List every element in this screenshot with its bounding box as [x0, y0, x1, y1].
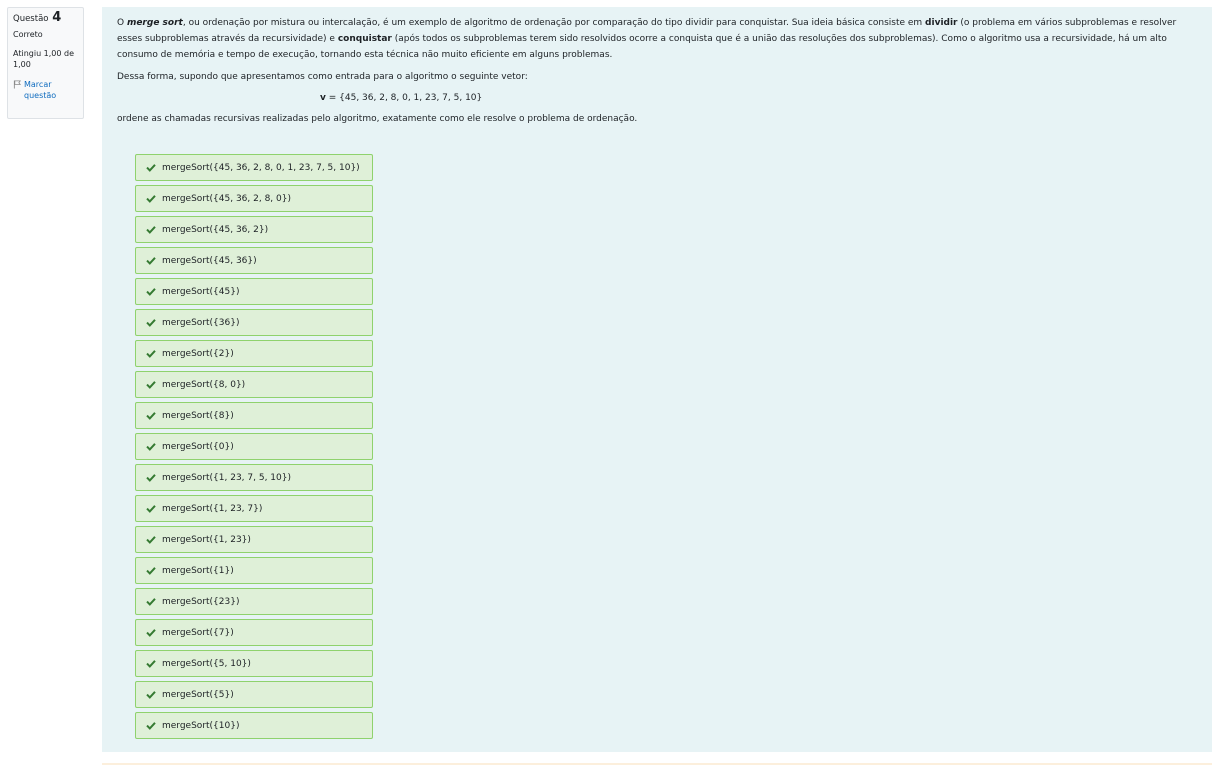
- answer-item[interactable]: mergeSort({1, 23}): [135, 526, 373, 553]
- check-icon: [146, 629, 156, 637]
- answer-item[interactable]: mergeSort({7}): [135, 619, 373, 646]
- vector-value: = {45, 36, 2, 8, 0, 1, 23, 7, 5, 10}: [325, 93, 483, 103]
- check-icon: [146, 381, 156, 389]
- answer-label: mergeSort({45, 36}): [162, 255, 257, 266]
- next-question-border: [102, 763, 1212, 765]
- answer-label: mergeSort({1, 23, 7, 5, 10}): [162, 472, 291, 483]
- answer-label: mergeSort({5, 10}): [162, 658, 251, 669]
- answer-item[interactable]: mergeSort({45, 36, 2, 8, 0}): [135, 185, 373, 212]
- answer-item[interactable]: mergeSort({8, 0}): [135, 371, 373, 398]
- question-label: Questão: [13, 14, 49, 24]
- answer-label: mergeSort({36}): [162, 317, 240, 328]
- term-dividir: dividir: [925, 18, 958, 28]
- term-conquistar: conquistar: [337, 34, 392, 44]
- answer-label: mergeSort({8}): [162, 410, 234, 421]
- answer-item[interactable]: mergeSort({23}): [135, 588, 373, 615]
- answer-label: mergeSort({45, 36, 2, 8, 0, 1, 23, 7, 5,…: [162, 162, 360, 173]
- check-icon: [146, 288, 156, 296]
- question-text: O merge sort, ou ordenação por mistura o…: [117, 15, 1197, 127]
- check-icon: [146, 474, 156, 482]
- question-paragraph-2: Dessa forma, supondo que apresentamos co…: [117, 72, 528, 82]
- answer-item[interactable]: mergeSort({45, 36}): [135, 247, 373, 274]
- flag-icon: [13, 80, 22, 89]
- answer-list: mergeSort({45, 36, 2, 8, 0, 1, 23, 7, 5,…: [135, 154, 373, 743]
- flag-question-label: Marcar questão: [24, 80, 57, 100]
- check-icon: [146, 195, 156, 203]
- input-vector: v = {45, 36, 2, 8, 0, 1, 23, 7, 5, 10}: [117, 90, 1197, 106]
- answer-label: mergeSort({1}): [162, 565, 234, 576]
- answer-item[interactable]: mergeSort({1, 23, 7}): [135, 495, 373, 522]
- answer-label: mergeSort({10}): [162, 720, 240, 731]
- question-paragraph-1: O merge sort, ou ordenação por mistura o…: [117, 15, 1197, 63]
- answer-label: mergeSort({45, 36, 2}): [162, 224, 269, 235]
- check-icon: [146, 536, 156, 544]
- answer-label: mergeSort({23}): [162, 596, 240, 607]
- question-number-value: 4: [52, 10, 62, 25]
- answer-item[interactable]: mergeSort({1, 23, 7, 5, 10}): [135, 464, 373, 491]
- question-state: Correto: [13, 30, 43, 39]
- answer-item[interactable]: mergeSort({45, 36, 2}): [135, 216, 373, 243]
- check-icon: [146, 412, 156, 420]
- answer-item[interactable]: mergeSort({45, 36, 2, 8, 0, 1, 23, 7, 5,…: [135, 154, 373, 181]
- check-icon: [146, 319, 156, 327]
- answer-label: mergeSort({45}): [162, 286, 240, 297]
- check-icon: [146, 691, 156, 699]
- answer-label: mergeSort({1, 23, 7}): [162, 503, 263, 514]
- answer-label: mergeSort({45, 36, 2, 8, 0}): [162, 193, 291, 204]
- check-icon: [146, 350, 156, 358]
- check-icon: [146, 164, 156, 172]
- answer-item[interactable]: mergeSort({1}): [135, 557, 373, 584]
- answer-item[interactable]: mergeSort({45}): [135, 278, 373, 305]
- answer-label: mergeSort({7}): [162, 627, 234, 638]
- check-icon: [146, 598, 156, 606]
- question-grade: Atingiu 1,00 de 1,00: [13, 49, 75, 69]
- flag-question-link[interactable]: Marcar questão: [13, 79, 78, 101]
- answer-item[interactable]: mergeSort({0}): [135, 433, 373, 460]
- question-content: O merge sort, ou ordenação por mistura o…: [102, 7, 1212, 752]
- check-icon: [146, 257, 156, 265]
- check-icon: [146, 226, 156, 234]
- check-icon: [146, 505, 156, 513]
- answer-item[interactable]: mergeSort({8}): [135, 402, 373, 429]
- answer-label: mergeSort({0}): [162, 441, 234, 452]
- text-run: , ou ordenação por mistura ou intercalaç…: [182, 18, 926, 28]
- answer-label: mergeSort({2}): [162, 348, 234, 359]
- question-paragraph-3: ordene as chamadas recursivas realizadas…: [117, 114, 638, 124]
- answer-item[interactable]: mergeSort({2}): [135, 340, 373, 367]
- answer-item[interactable]: mergeSort({10}): [135, 712, 373, 739]
- answer-label: mergeSort({5}): [162, 689, 234, 700]
- question-number: Questão 4: [13, 10, 78, 25]
- answer-label: mergeSort({8, 0}): [162, 379, 246, 390]
- check-icon: [146, 660, 156, 668]
- check-icon: [146, 567, 156, 575]
- term-merge-sort: merge sort: [126, 18, 183, 28]
- check-icon: [146, 443, 156, 451]
- answer-label: mergeSort({1, 23}): [162, 534, 251, 545]
- answer-item[interactable]: mergeSort({5}): [135, 681, 373, 708]
- check-icon: [146, 722, 156, 730]
- answer-item[interactable]: mergeSort({36}): [135, 309, 373, 336]
- text-run: O: [117, 18, 127, 28]
- answer-item[interactable]: mergeSort({5, 10}): [135, 650, 373, 677]
- question-info-panel: Questão 4 Correto Atingiu 1,00 de 1,00 M…: [7, 7, 84, 119]
